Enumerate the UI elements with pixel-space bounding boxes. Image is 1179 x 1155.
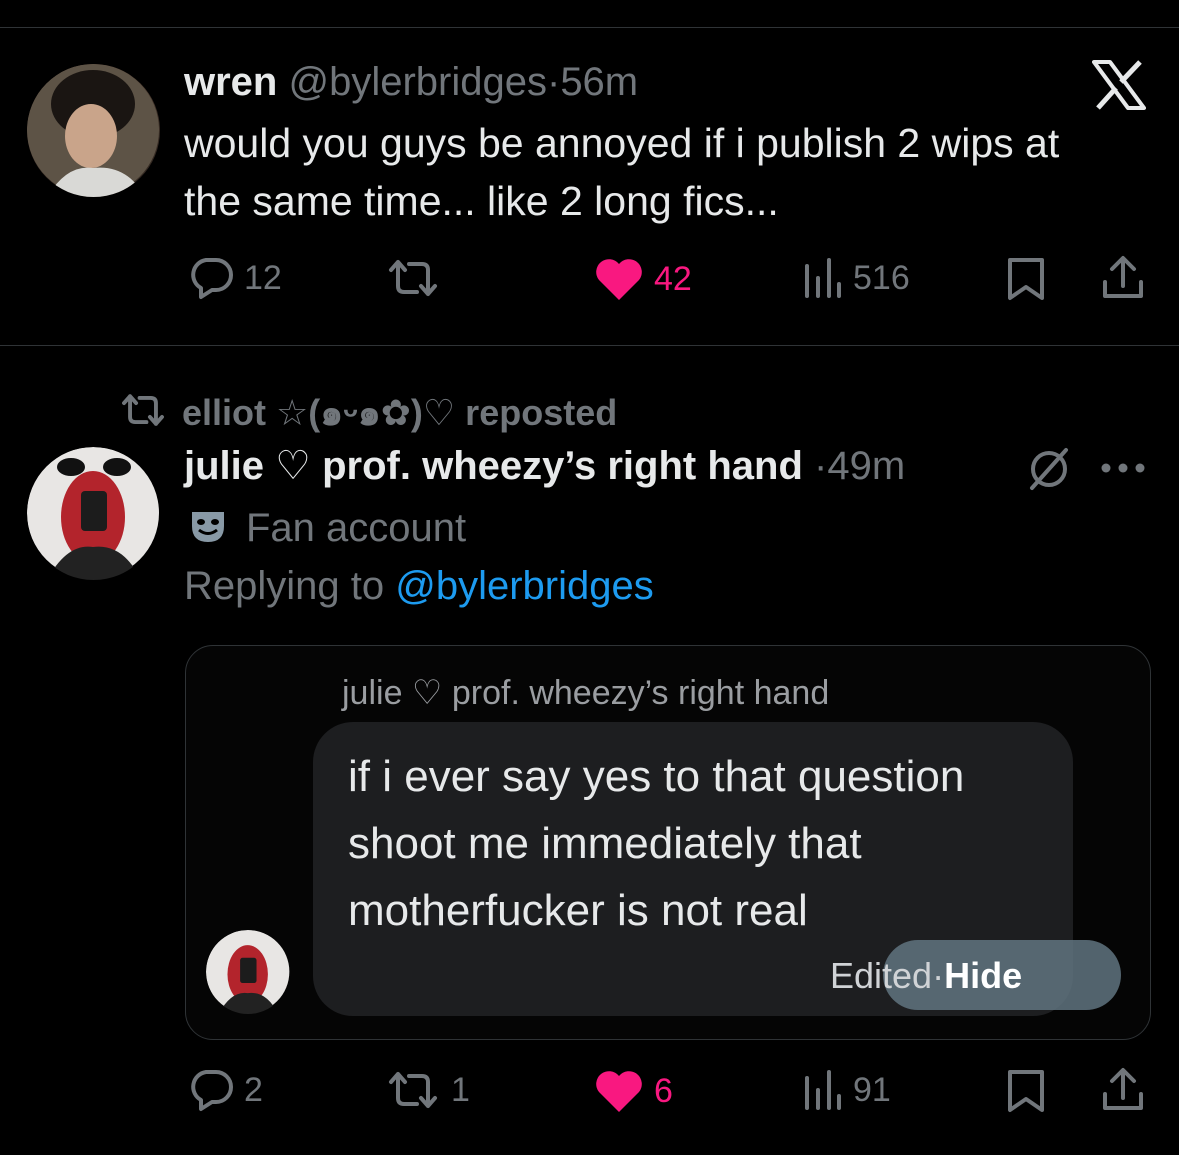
reply-button[interactable]: 12: [188, 256, 282, 300]
views-button[interactable]: 516: [803, 256, 910, 300]
repost-button[interactable]: [385, 256, 441, 300]
repost-button[interactable]: 1: [385, 1068, 470, 1112]
tweet-text-line: the same time... like 2 long fics...: [184, 178, 779, 224]
heart-icon: [594, 256, 644, 302]
reply-icon: [188, 1068, 234, 1112]
bookmark-icon: [1005, 256, 1047, 302]
like-count: 6: [654, 1071, 673, 1110]
views-button[interactable]: 91: [803, 1068, 891, 1112]
share-icon: [1100, 1066, 1146, 1114]
edited-label: Edited: [830, 955, 933, 996]
replying-to-label: Replying to: [184, 564, 385, 608]
reply-count: 2: [244, 1070, 263, 1109]
repost-header[interactable]: elliot ☆(๑ᵕ๑✿)♡ reposted: [118, 384, 617, 441]
tweet-divider: [0, 345, 1179, 346]
top-divider: [0, 27, 1179, 28]
grok-icon[interactable]: [1026, 446, 1072, 497]
bookmark-button[interactable]: [1005, 1068, 1047, 1114]
timestamp[interactable]: 56m: [560, 60, 638, 104]
separator-dot: ·: [546, 60, 561, 104]
repost-icon: [385, 256, 441, 300]
like-button[interactable]: 6: [594, 1068, 673, 1114]
share-button[interactable]: [1100, 254, 1146, 302]
repost-icon: [118, 391, 168, 434]
views-count: 516: [853, 258, 910, 297]
more-options-icon[interactable]: [1100, 461, 1146, 479]
author-handle[interactable]: @bylerbridges: [288, 60, 547, 104]
avatar-julie[interactable]: [27, 447, 160, 580]
like-count: 42: [654, 259, 692, 298]
repost-label: elliot ☆(๑ᵕ๑✿)♡ reposted: [182, 392, 618, 433]
share-button[interactable]: [1100, 1066, 1146, 1114]
affiliation-label[interactable]: Fan account: [188, 506, 466, 551]
tweet-text-line: would you guys be annoyed if i publish 2…: [184, 120, 1060, 166]
bookmark-button[interactable]: [1005, 256, 1047, 302]
heart-icon: [594, 1068, 644, 1114]
message-line: motherfucker is not real: [348, 886, 808, 935]
share-icon: [1100, 254, 1146, 302]
views-icon: [803, 1068, 843, 1112]
replying-to-handle[interactable]: @bylerbridges: [395, 564, 654, 608]
x-logo-icon[interactable]: [1092, 60, 1146, 115]
hide-label[interactable]: Hide: [944, 955, 1022, 996]
quoted-avatar: [206, 930, 290, 1014]
quoted-author-name: julie ♡ prof. wheezy’s right hand: [342, 674, 830, 712]
avatar-wren[interactable]: [27, 64, 160, 197]
bookmark-icon: [1005, 1068, 1047, 1114]
masks-icon: [188, 506, 228, 551]
repost-icon: [385, 1068, 441, 1112]
affiliation-text: Fan account: [246, 506, 467, 550]
separator-dot: ·: [932, 955, 945, 996]
author-name[interactable]: wren: [184, 60, 277, 104]
repost-count: 1: [451, 1070, 470, 1109]
message-line: if i ever say yes to that question: [348, 752, 965, 801]
views-count: 91: [853, 1070, 891, 1109]
reply-icon: [188, 256, 234, 300]
author-name[interactable]: julie ♡ prof. wheezy’s right hand: [184, 444, 803, 488]
timestamp[interactable]: 49m: [827, 444, 905, 488]
reply-button[interactable]: 2: [188, 1068, 263, 1112]
reply-count: 12: [244, 258, 282, 297]
like-button[interactable]: 42: [594, 256, 692, 302]
views-icon: [803, 256, 843, 300]
separator-dot: ·: [814, 444, 828, 488]
message-line: shoot me immediately that: [348, 819, 862, 868]
